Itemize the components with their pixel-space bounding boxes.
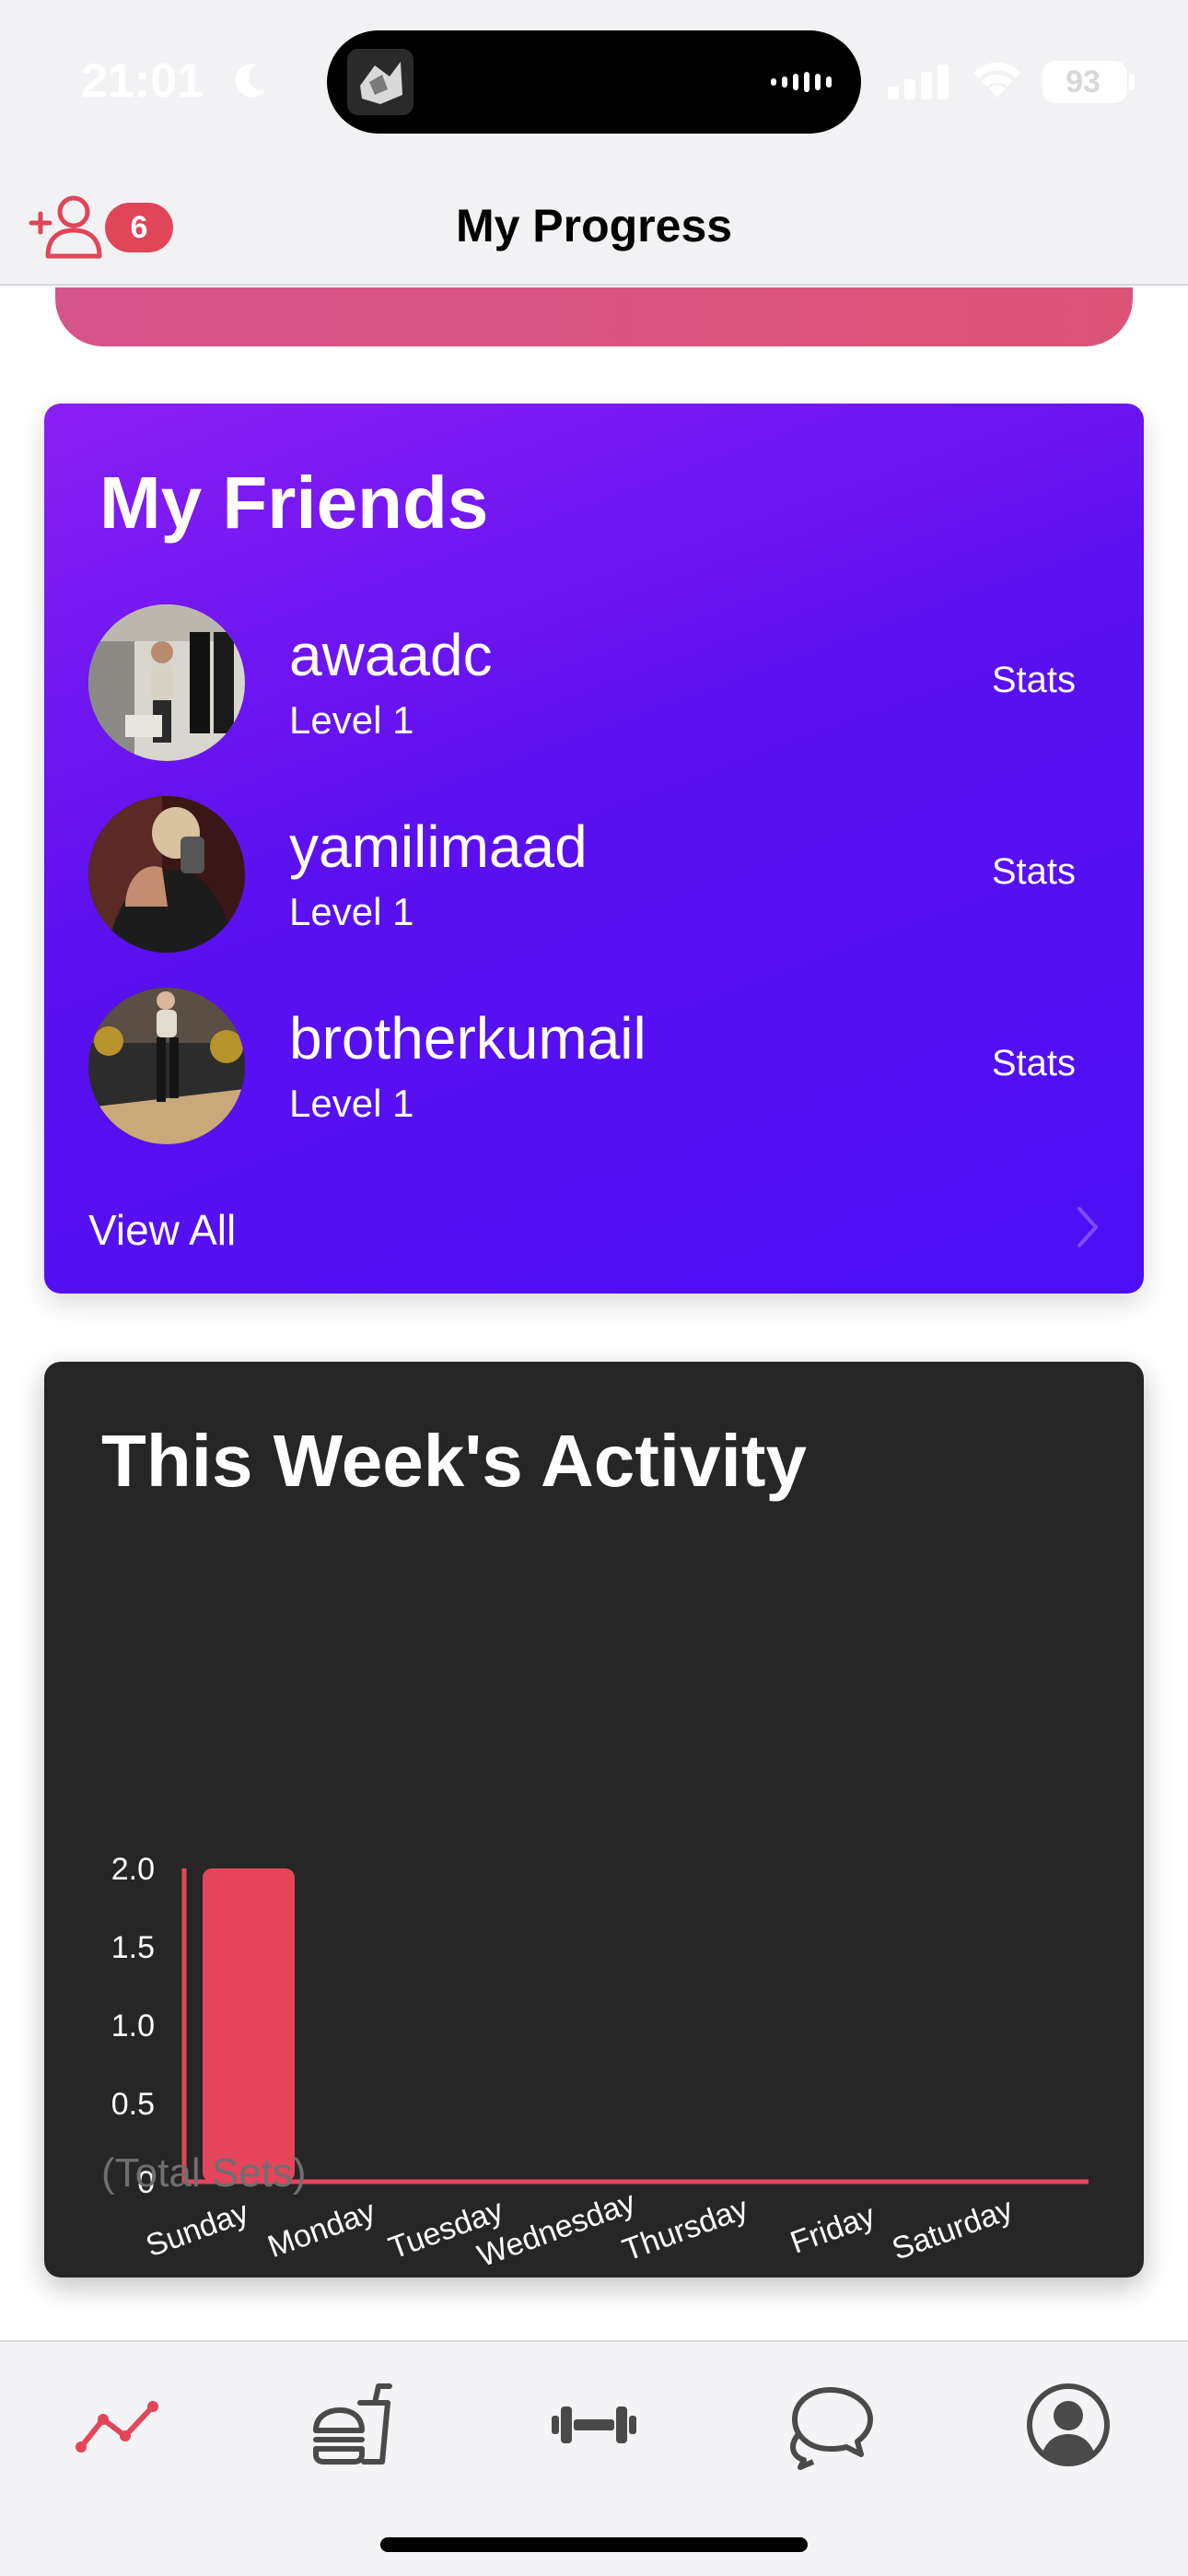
- now-playing-thumbnail: [347, 49, 413, 115]
- activity-bar-chart: 00.51.01.52.0Sunday Monday TuesdayWednesda…: [111, 1852, 1089, 2274]
- status-time: 21:01: [81, 54, 204, 108]
- y-tick-label: 1.5: [111, 1930, 155, 1965]
- home-indicator: [380, 2537, 808, 2552]
- stats-link[interactable]: Stats: [992, 851, 1076, 893]
- chevron-right-icon[interactable]: [1074, 1203, 1101, 1251]
- friend-row[interactable]: brotherkumail Level 1 Stats: [44, 988, 1144, 1153]
- dumbbell-icon: [552, 2406, 636, 2443]
- y-tick-label: 0.5: [111, 2087, 155, 2122]
- stats-link[interactable]: Stats: [992, 660, 1076, 701]
- bar-sunday: [203, 1868, 295, 2182]
- moon-icon: [235, 64, 265, 98]
- tab-progress[interactable]: [74, 2379, 166, 2471]
- profile-icon: [1027, 2383, 1110, 2466]
- activity-card: This Week's Activity 0 0.5 1.0 1.5 2.0 Sunday…: [44, 1362, 1144, 2277]
- avatar[interactable]: [88, 604, 245, 761]
- friend-row[interactable]: awaadc Level 1 Stats: [44, 604, 1144, 770]
- progress-chart-icon: [76, 2401, 158, 2453]
- friend-name: yamilimaad: [289, 814, 588, 880]
- friend-name: brotherkumail: [289, 1005, 646, 1071]
- friend-level: Level 1: [289, 698, 414, 742]
- battery-level: 93: [1066, 64, 1101, 100]
- y-tick-label: 2.0: [111, 1852, 155, 1887]
- wifi-icon: [973, 62, 1021, 98]
- battery-indicator: 93: [1042, 61, 1127, 103]
- stats-link[interactable]: Stats: [992, 1043, 1076, 1084]
- audio-wave-icon: [771, 72, 832, 92]
- chart-unit-label: (Total Sets): [101, 2150, 307, 2195]
- x-tick-label: Friday: [786, 2198, 879, 2261]
- tab-nutrition[interactable]: [309, 2379, 401, 2471]
- status-bar: 21:01 93: [0, 0, 1188, 166]
- chat-bubbles-icon: [790, 2387, 873, 2470]
- friends-card: My Friends awaadc Level 1 Stats yamilima…: [44, 404, 1144, 1294]
- tab-chat[interactable]: [787, 2379, 879, 2471]
- x-tick-label: Monday: [263, 2194, 380, 2265]
- friend-level: Level 1: [289, 1082, 414, 1125]
- friends-title: My Friends: [99, 462, 489, 544]
- x-tick-label: Saturday: [888, 2192, 1018, 2267]
- y-tick-label: 1.0: [111, 2008, 155, 2043]
- food-drink-icon: [313, 2383, 392, 2465]
- friend-name: awaadc: [289, 622, 493, 688]
- friend-level: Level 1: [289, 890, 414, 933]
- scroll-content[interactable]: My Friends awaadc Level 1 Stats yamilima…: [0, 287, 1188, 2340]
- x-tick-label: Sunday: [142, 2195, 253, 2264]
- dynamic-island: [327, 30, 861, 134]
- cellular-signal-icon: [888, 64, 949, 100]
- view-all-link[interactable]: View All: [88, 1205, 236, 1255]
- avatar[interactable]: [88, 796, 245, 953]
- x-tick-label: Wednesday: [473, 2184, 640, 2274]
- friend-row[interactable]: yamilimaad Level 1 Stats: [44, 796, 1144, 962]
- tab-profile[interactable]: [1022, 2379, 1114, 2471]
- x-tick-label: Thursday: [618, 2191, 752, 2268]
- nav-header: 6 My Progress: [0, 166, 1188, 286]
- battery-nub: [1129, 74, 1135, 90]
- page-title: My Progress: [455, 200, 733, 252]
- avatar[interactable]: [88, 988, 245, 1144]
- tab-workout[interactable]: [548, 2379, 640, 2471]
- previous-card-bottom: [55, 287, 1133, 346]
